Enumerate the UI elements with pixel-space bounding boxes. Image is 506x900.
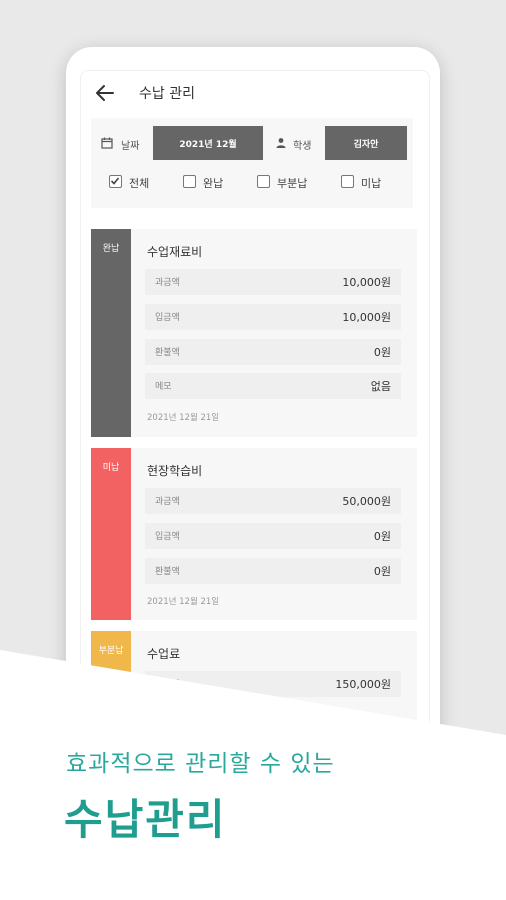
amount-key: 입금액 bbox=[155, 313, 180, 323]
amount-row: 입금액 10,000원 bbox=[145, 304, 401, 330]
amount-key: 입금액 bbox=[155, 532, 180, 542]
item-title: 수업료 bbox=[147, 647, 181, 661]
checkbox-unpaid[interactable] bbox=[341, 175, 354, 188]
item-title: 현장학습비 bbox=[147, 464, 203, 478]
back-arrow-icon[interactable] bbox=[93, 81, 117, 105]
amount-value: 10,000원 bbox=[342, 311, 391, 324]
amount-row: 환불액 0원 bbox=[145, 558, 401, 584]
amount-key: 환불액 bbox=[155, 567, 180, 577]
memo-row: 메모 없음 bbox=[145, 373, 401, 399]
checkbox-label-paid[interactable]: 완납 bbox=[203, 175, 223, 191]
amount-value: 150,000원 bbox=[335, 678, 391, 691]
checkbox-label-partial[interactable]: 부분납 bbox=[277, 175, 307, 191]
status-strip: 완납 bbox=[91, 229, 131, 437]
student-label: 학생 bbox=[293, 141, 312, 152]
checkbox-paid[interactable] bbox=[183, 175, 196, 188]
checkbox-partial[interactable] bbox=[257, 175, 270, 188]
amount-row: 입금액 0원 bbox=[145, 523, 401, 549]
promo-subtitle: 효과적으로 관리할 수 있는 bbox=[66, 751, 335, 777]
amount-key: 과금액 bbox=[155, 278, 180, 288]
status-badge: 완납 bbox=[102, 244, 120, 254]
card-date: 2021년 12월 21일 bbox=[147, 413, 220, 423]
person-icon bbox=[276, 138, 286, 148]
status-badge: 부분납 bbox=[98, 646, 124, 656]
calendar-icon bbox=[101, 137, 113, 149]
status-strip: 미납 bbox=[91, 448, 131, 620]
page-title: 수납 관리 bbox=[139, 86, 195, 102]
amount-value: 0원 bbox=[373, 346, 391, 359]
amount-value: 50,000원 bbox=[342, 495, 391, 508]
date-select-button[interactable]: 2021년 12월 bbox=[153, 126, 263, 160]
status-badge: 미납 bbox=[102, 463, 120, 473]
filter-row: 날짜 2021년 12월 학생 김자안 bbox=[91, 126, 413, 160]
amount-key: 환불액 bbox=[155, 348, 180, 358]
status-checkbox-row: 전체 완납 부분납 미납 bbox=[91, 173, 413, 193]
payment-card[interactable]: 완납 수업재료비 과금액 10,000원 입금액 10,000원 환불액 0원 … bbox=[91, 229, 417, 437]
amount-row: 과금액 10,000원 bbox=[145, 269, 401, 295]
amount-value: 0원 bbox=[373, 530, 391, 543]
card-date: 2021년 12월 21일 bbox=[147, 597, 220, 607]
checkbox-all[interactable] bbox=[109, 175, 122, 188]
filter-panel: 날짜 2021년 12월 학생 김자안 전체 완납 부분납 미납 bbox=[91, 118, 413, 208]
check-icon bbox=[110, 177, 120, 185]
promo-title: 수납관리 bbox=[64, 795, 227, 844]
amount-value: 0원 bbox=[373, 565, 391, 578]
date-label: 날짜 bbox=[121, 141, 140, 152]
payment-card[interactable]: 미납 현장학습비 과금액 50,000원 입금액 0원 환불액 0원 2021년… bbox=[91, 448, 417, 620]
app-screen: 수납 관리 날짜 2021년 12월 학생 김자안 전체 완납 부분납 미납 완… bbox=[80, 70, 430, 772]
amount-key: 과금액 bbox=[155, 497, 180, 507]
checkbox-label-unpaid[interactable]: 미납 bbox=[361, 175, 381, 191]
amount-row: 환불액 0원 bbox=[145, 339, 401, 365]
student-select-button[interactable]: 김자안 bbox=[325, 126, 407, 160]
header: 수납 관리 bbox=[81, 71, 429, 115]
amount-value: 10,000원 bbox=[342, 276, 391, 289]
amount-row: 과금액 50,000원 bbox=[145, 488, 401, 514]
item-title: 수업재료비 bbox=[147, 245, 203, 259]
checkbox-label-all[interactable]: 전체 bbox=[129, 175, 149, 191]
memo-value: 없음 bbox=[370, 380, 391, 393]
memo-key: 메모 bbox=[155, 382, 172, 392]
